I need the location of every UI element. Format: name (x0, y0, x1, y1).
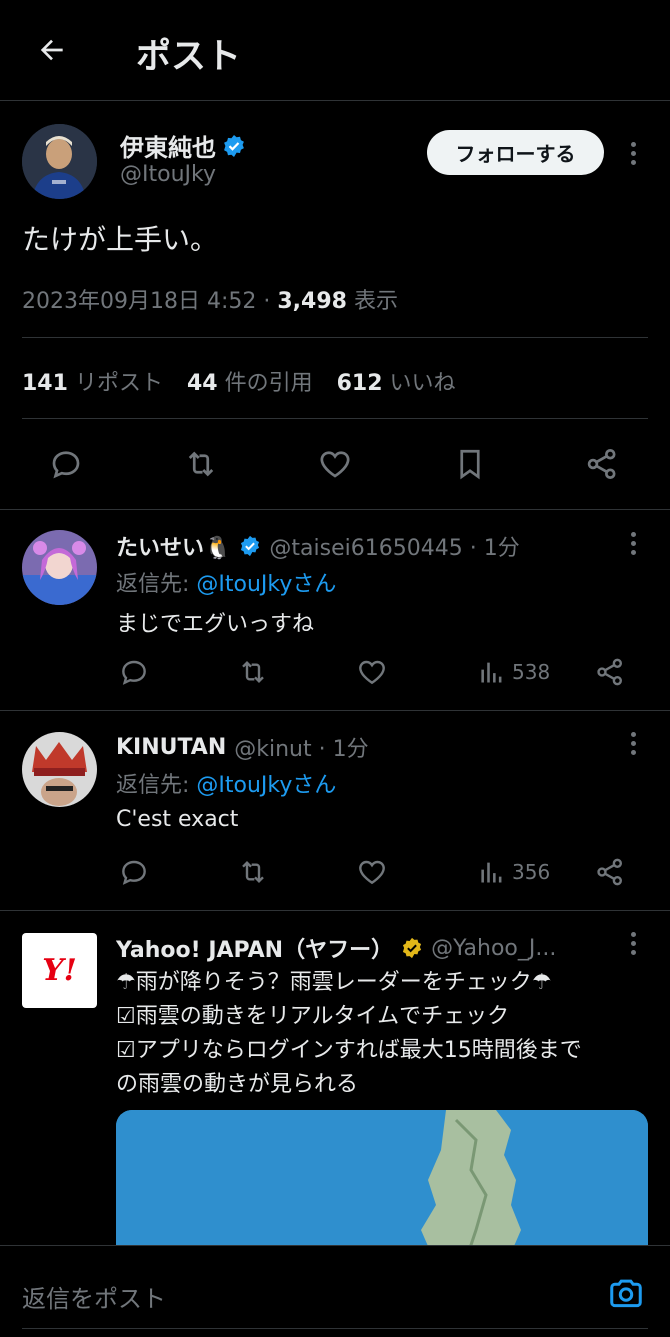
reply-author-name[interactable]: KINUTAN (116, 735, 226, 760)
reply-header: たいせい🐧 @taisei61650445 · 1分 (116, 530, 520, 562)
author-name[interactable]: 伊東純也 (120, 128, 216, 163)
likes-label: いいね (389, 371, 456, 396)
views-count: 3,498 (277, 289, 347, 314)
ad-text-line: ☑雨雲の動きをリアルタイムでチェック (116, 1004, 510, 1029)
bookmark-icon (460, 449, 480, 480)
views-button[interactable]: 356 (478, 858, 550, 886)
reply-button[interactable] (118, 856, 150, 888)
likes-count: 612 (336, 371, 383, 396)
verified-gold-badge-icon (403, 937, 422, 959)
reply-text: まじでエグいっすね (116, 612, 315, 637)
reply-header: KINUTAN @kinut · 1分 (116, 731, 369, 763)
reply-button[interactable] (48, 446, 84, 482)
reply-handle[interactable]: @taisei61650445 · 1分 (269, 530, 519, 562)
share-button[interactable] (594, 856, 626, 888)
heart-icon (359, 860, 385, 885)
tweet-meta: 2023年09月18日 4:52 · 3,498 表示 (22, 283, 398, 315)
tweet-text: たけが上手い。 (22, 223, 219, 256)
engagement-stats: 141 リポスト 44 件の引用 612 いいね (22, 365, 456, 397)
share-button[interactable] (594, 656, 626, 688)
analytics-icon (481, 662, 502, 683)
reposts-stat[interactable]: 141 リポスト (22, 365, 163, 397)
views-label: 表示 (346, 289, 398, 314)
divider (22, 1328, 648, 1329)
like-button[interactable] (316, 446, 354, 482)
share-button[interactable] (584, 446, 620, 482)
reply-button[interactable] (118, 656, 150, 688)
views-count: 356 (512, 860, 551, 884)
quotes-stat[interactable]: 44 件の引用 (187, 365, 313, 397)
repost-button[interactable] (182, 446, 220, 482)
yahoo-logo[interactable]: Y! (22, 933, 97, 1008)
reply-to-line: 返信先: @ItouJkyさん (116, 767, 336, 799)
ad-header: Yahoo! JAPAN（ヤフー） @Yahoo_J... (116, 932, 612, 964)
author-avatar[interactable] (22, 124, 97, 199)
verified-badge-icon (224, 134, 244, 157)
repost-button[interactable] (236, 856, 270, 888)
yahoo-logo-text: Y! (42, 953, 77, 988)
reply-avatar[interactable] (22, 530, 97, 605)
page-title: ポスト (136, 37, 242, 77)
share-icon (597, 858, 622, 886)
more-options-icon[interactable] (623, 138, 643, 168)
reply-author-name[interactable]: たいせい🐧 (116, 530, 231, 562)
back-button[interactable] (34, 32, 70, 68)
ad-text: ☂雨が降りそう？雨雲レーダーをチェック☂ ☑雨雲の動きをリアルタイムでチェック … (116, 966, 646, 1102)
author-name-row[interactable]: 伊東純也 (120, 128, 246, 163)
divider (0, 710, 670, 711)
divider (0, 509, 670, 510)
quotes-label: 件の引用 (224, 371, 313, 396)
heart-icon (359, 660, 385, 685)
top-bar: ポスト (0, 0, 670, 101)
verified-badge-icon (241, 535, 260, 557)
views-button[interactable]: 538 (478, 658, 550, 686)
ad-handle[interactable]: @Yahoo_J... (431, 936, 556, 961)
repost-button[interactable] (236, 656, 270, 688)
reply-handle[interactable]: @kinut · 1分 (234, 731, 368, 763)
camera-button[interactable] (606, 1274, 646, 1316)
reply-to-user-link[interactable]: @ItouJkyさん (196, 572, 336, 597)
reposts-count: 141 (22, 371, 68, 396)
reply-input[interactable]: 返信をポスト (22, 1279, 166, 1314)
repost-icon (188, 451, 214, 477)
reply-to-prefix: 返信先: (116, 572, 197, 597)
repost-icon (242, 660, 264, 684)
reply-avatar[interactable] (22, 732, 97, 807)
reply-to-user-link[interactable]: @ItouJkyさん (196, 773, 336, 798)
reply-to-line: 返信先: @ItouJkyさん (116, 566, 336, 598)
follow-button[interactable]: フォローする (427, 130, 604, 175)
heart-icon (320, 451, 350, 478)
repost-icon (242, 860, 264, 884)
tweet-timestamp[interactable]: 2023年09月18日 4:52 · (22, 289, 277, 314)
arrow-left-icon (40, 39, 63, 61)
like-button[interactable] (356, 856, 388, 888)
likes-stat[interactable]: 612 いいね (337, 365, 456, 397)
reply-to-prefix: 返信先: (116, 773, 197, 798)
camera-icon (610, 1279, 642, 1308)
analytics-icon (481, 862, 502, 883)
divider (0, 910, 670, 911)
reposts-label: リポスト (74, 371, 163, 396)
reply-icon (52, 451, 80, 479)
reply-composer: 返信をポスト (0, 1245, 670, 1337)
ad-text-line: ☑アプリならログインすれば最大15時間後まで (116, 1038, 582, 1063)
more-options-icon[interactable] (623, 728, 643, 758)
like-button[interactable] (356, 656, 388, 688)
views-count: 538 (512, 660, 551, 684)
divider (22, 337, 648, 338)
author-handle[interactable]: @ItouJky (120, 162, 216, 187)
divider (22, 418, 648, 419)
ad-author-name[interactable]: Yahoo! JAPAN（ヤフー） (116, 932, 393, 964)
reply-icon (122, 660, 146, 685)
share-icon (597, 658, 622, 686)
reply-text: C'est exact (116, 807, 239, 832)
reply-icon (122, 860, 146, 885)
share-icon (587, 449, 616, 479)
quotes-count: 44 (186, 371, 218, 396)
more-options-icon[interactable] (623, 928, 643, 958)
more-options-icon[interactable] (623, 528, 643, 558)
ad-text-line: ☂雨が降りそう？雨雲レーダーをチェック☂ (116, 970, 552, 995)
bookmark-button[interactable] (452, 446, 488, 482)
ad-text-line: の雨雲の動きが見られる (116, 1072, 359, 1097)
